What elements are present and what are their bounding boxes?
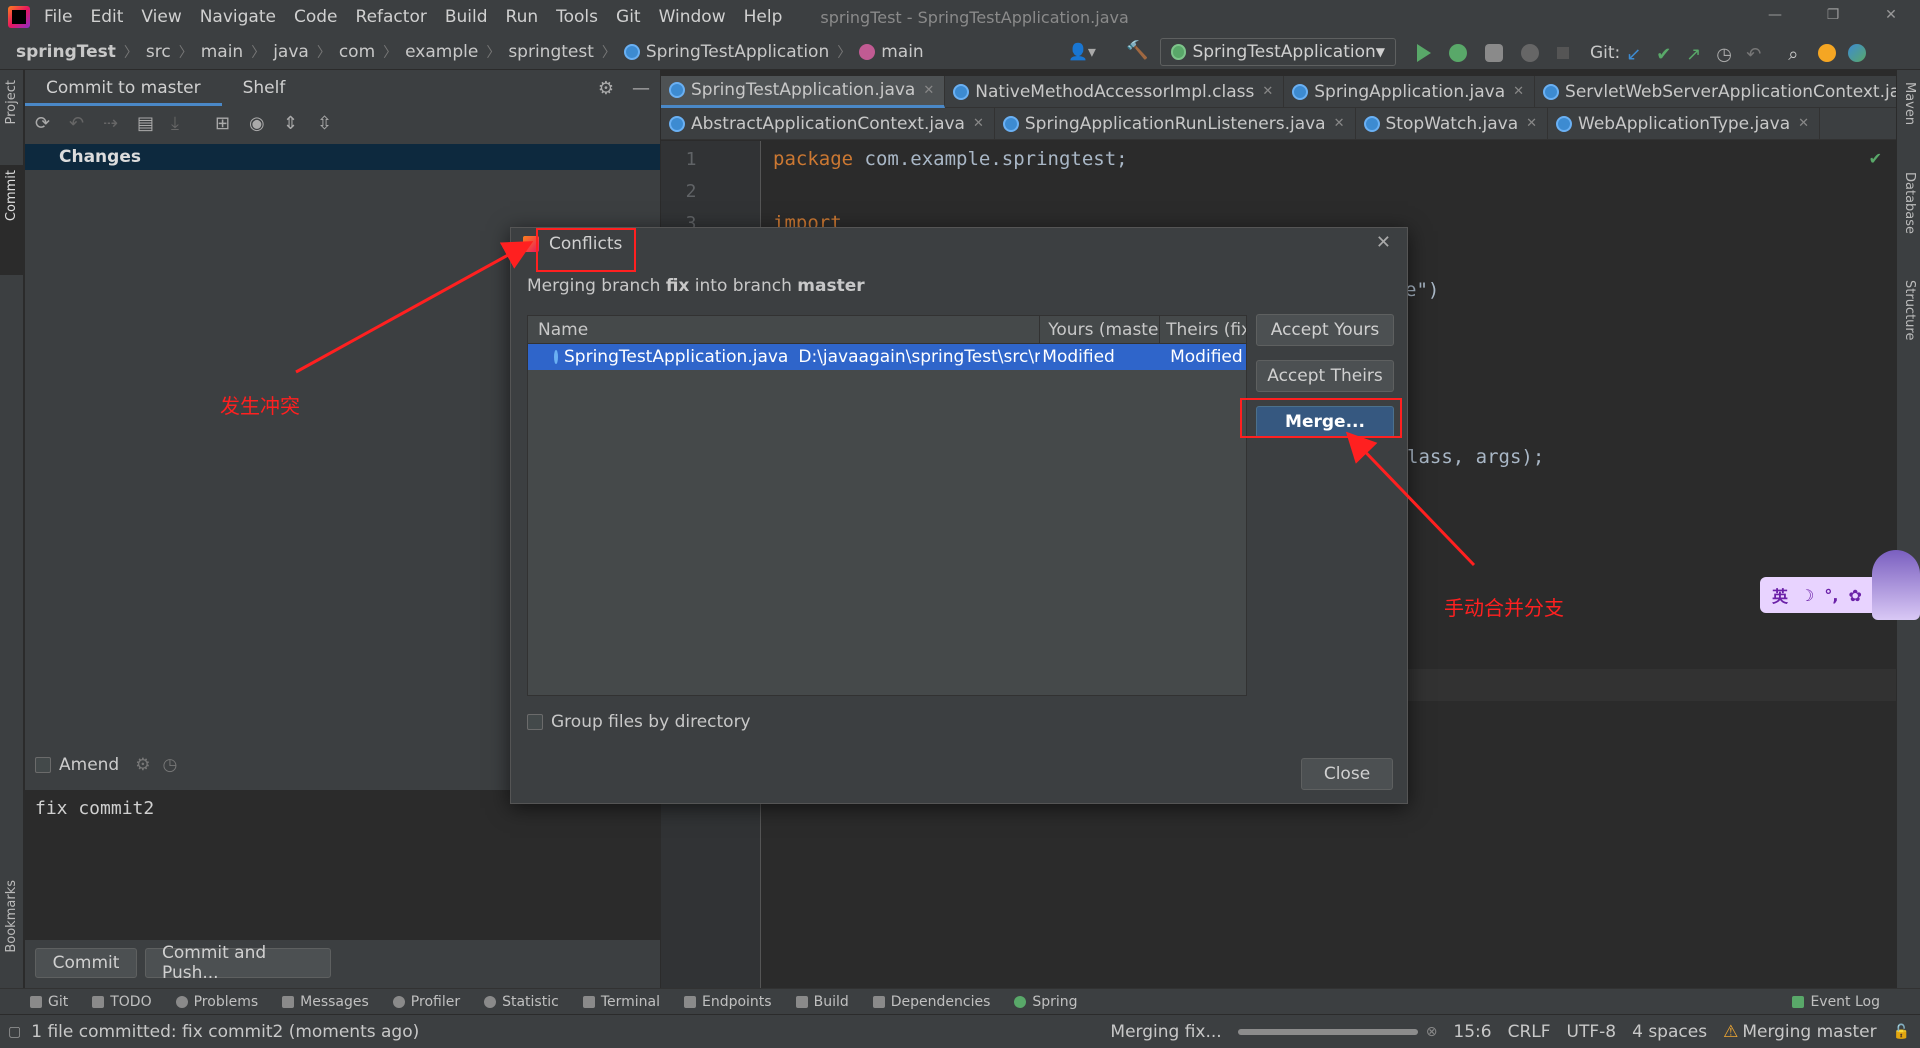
hammer-icon (795, 995, 808, 1008)
tool-spring[interactable]: Spring (1014, 994, 1078, 1010)
status-bar: ▢ 1 file committed: fix commit2 (moments… (0, 1014, 1920, 1048)
terminal-icon (582, 995, 595, 1008)
annotation-arrows (295, 241, 1476, 567)
caret-position[interactable]: 15:6 (1453, 1022, 1491, 1042)
layout-icon[interactable]: ▢ (8, 1024, 21, 1040)
annotation-conflict-note: 发生冲突 (220, 394, 300, 418)
profiler-icon (392, 995, 405, 1008)
indent-setting[interactable]: 4 spaces (1632, 1022, 1707, 1042)
line-separator[interactable]: CRLF (1508, 1022, 1551, 1042)
tool-todo[interactable]: TODO (92, 994, 152, 1010)
endpoints-icon (683, 995, 696, 1008)
tool-profiler[interactable]: Profiler (392, 994, 460, 1010)
tool-build[interactable]: Build (795, 994, 849, 1010)
lock-icon[interactable]: 🔓 (1893, 1024, 1910, 1040)
event-log-icon (1792, 995, 1805, 1008)
git-branch-status[interactable]: Merging master (1742, 1022, 1876, 1042)
tool-messages[interactable]: Messages (282, 994, 369, 1010)
cancel-progress-icon[interactable]: ⊗ (1426, 1024, 1438, 1040)
annotation-merge-note: 手动合并分支 (1444, 596, 1564, 620)
tool-event-log[interactable]: Event Log (1792, 994, 1880, 1010)
git-icon (30, 995, 42, 1008)
file-encoding[interactable]: UTF-8 (1567, 1022, 1617, 1042)
statistic-icon (484, 995, 497, 1008)
status-message[interactable]: 1 file committed: fix commit2 (moments a… (31, 1022, 419, 1042)
tool-problems[interactable]: Problems (175, 994, 258, 1010)
tool-endpoints[interactable]: Endpoints (683, 994, 772, 1010)
progress-bar (1237, 1028, 1418, 1035)
dependencies-icon (872, 995, 885, 1008)
spring-icon (1014, 995, 1027, 1008)
tool-git[interactable]: Git (30, 994, 68, 1010)
tool-window-bar: Git TODO Problems Messages Profiler Stat… (0, 988, 1920, 1014)
info-icon (175, 995, 188, 1008)
warning-icon: ⚠ (1723, 1021, 1739, 1042)
list-icon (92, 995, 105, 1008)
tool-terminal[interactable]: Terminal (582, 994, 660, 1010)
tool-statistic[interactable]: Statistic (484, 994, 559, 1010)
tool-dependencies[interactable]: Dependencies (872, 994, 990, 1010)
progress-label: Merging fix... (1110, 1021, 1222, 1042)
messages-icon (282, 995, 295, 1008)
